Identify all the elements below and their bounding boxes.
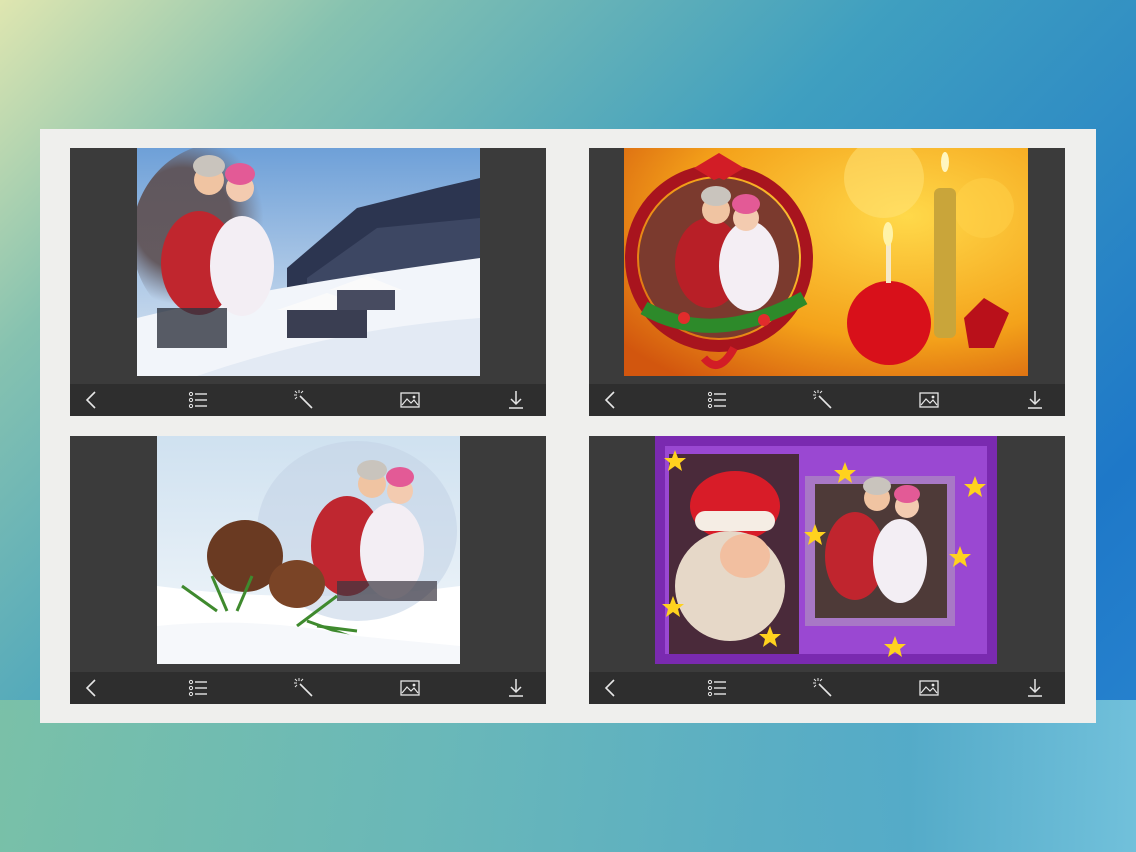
download-icon: [509, 679, 523, 697]
back-button[interactable]: [80, 676, 104, 700]
photo-preview[interactable]: [624, 148, 1028, 376]
back-icon: [85, 679, 96, 697]
back-icon: [85, 391, 96, 409]
editor-panel-winter-cabin: [70, 148, 546, 416]
back-icon: [604, 679, 615, 697]
list-button[interactable]: [705, 676, 729, 700]
editor-panel-christmas-wreath: [589, 148, 1065, 416]
photo-preview[interactable]: [137, 148, 480, 376]
gallery-button[interactable]: [398, 388, 422, 412]
back-button[interactable]: [599, 388, 623, 412]
list-button[interactable]: [705, 388, 729, 412]
photo-preview[interactable]: [157, 436, 460, 664]
gallery-icon: [919, 680, 939, 696]
effects-button[interactable]: [811, 388, 835, 412]
download-button[interactable]: [1023, 388, 1047, 412]
magic-wand-icon: [813, 678, 832, 697]
download-button[interactable]: [1023, 676, 1047, 700]
magic-wand-icon: [813, 390, 832, 409]
magic-wand-icon: [294, 390, 313, 409]
list-icon: [707, 679, 726, 697]
editor-panel-purple-star-frame: [589, 436, 1065, 704]
list-icon: [707, 391, 726, 409]
gallery-button[interactable]: [917, 676, 941, 700]
gallery-button[interactable]: [917, 388, 941, 412]
editor-toolbar: [70, 384, 546, 416]
effects-button[interactable]: [292, 676, 316, 700]
download-icon: [1028, 391, 1042, 409]
list-button[interactable]: [186, 676, 210, 700]
editor-toolbar: [589, 384, 1065, 416]
back-button[interactable]: [80, 388, 104, 412]
magic-wand-icon: [294, 678, 313, 697]
download-icon: [1028, 679, 1042, 697]
download-button[interactable]: [504, 676, 528, 700]
back-button[interactable]: [599, 676, 623, 700]
editor-toolbar: [589, 672, 1065, 704]
editor-toolbar: [70, 672, 546, 704]
back-icon: [604, 391, 615, 409]
gallery-icon: [400, 680, 420, 696]
download-button[interactable]: [504, 388, 528, 412]
list-icon: [188, 391, 207, 409]
list-button[interactable]: [186, 388, 210, 412]
list-icon: [188, 679, 207, 697]
gallery-icon: [919, 392, 939, 408]
effects-button[interactable]: [811, 676, 835, 700]
effects-button[interactable]: [292, 388, 316, 412]
gallery-button[interactable]: [398, 676, 422, 700]
editor-panel-pinecone-snow: [70, 436, 546, 704]
photo-preview[interactable]: [655, 436, 997, 664]
gallery-icon: [400, 392, 420, 408]
screenshot-sheet: [40, 129, 1096, 723]
download-icon: [509, 391, 523, 409]
